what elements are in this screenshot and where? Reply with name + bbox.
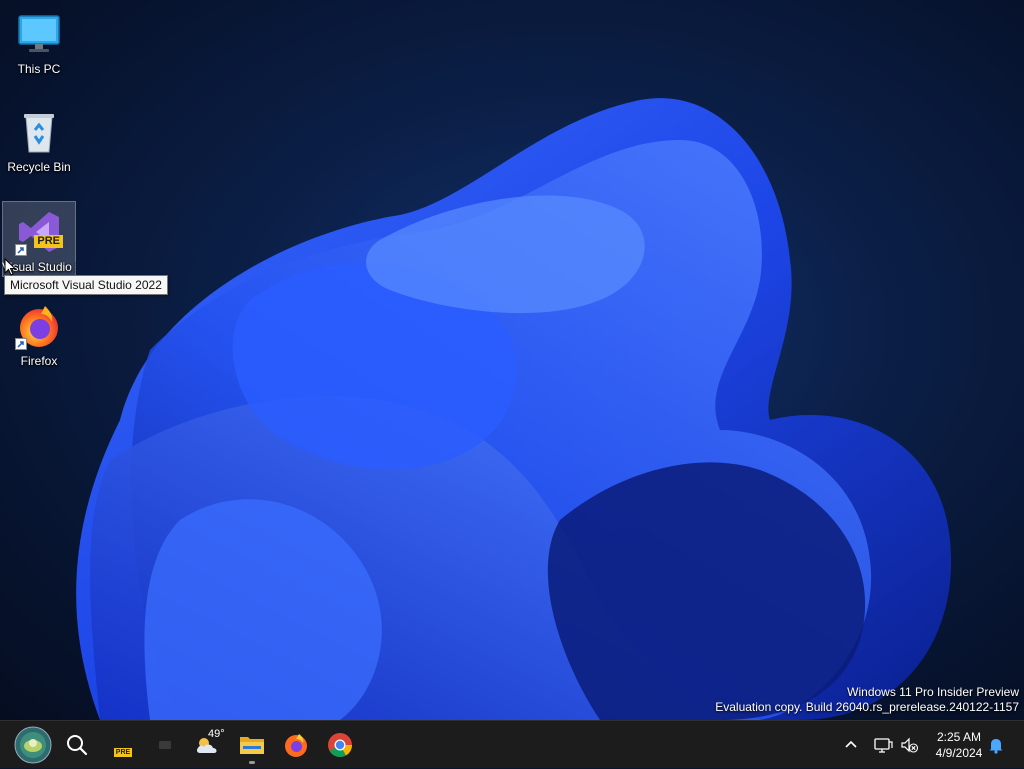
desktop-icon-this-pc[interactable]: This PC (2, 4, 76, 90)
tooltip: Microsoft Visual Studio 2022 (4, 275, 168, 295)
build-watermark: Windows 11 Pro Insider Preview Evaluatio… (715, 685, 1019, 715)
taskbar-firefox[interactable] (276, 725, 316, 765)
notification-bell-icon (989, 739, 1003, 754)
volume-muted-icon (901, 737, 919, 753)
taskbar: PRE 49° 2:25 AM 4/9/2024 (0, 720, 1024, 768)
desktop-icon-label: This PC (17, 62, 61, 76)
weather-temperature: 49° (208, 728, 225, 740)
clock-time: 2:25 AM (936, 730, 982, 744)
firefox-icon (285, 734, 307, 757)
desktop[interactable]: This PC Recycle Bin PRE Visual Studio 20… (0, 0, 1024, 720)
visual-studio-preview-icon: PRE (113, 747, 133, 757)
taskbar-file-explorer[interactable] (232, 725, 272, 765)
firefox-icon (15, 302, 63, 350)
chrome-icon (328, 733, 352, 758)
search-icon (67, 735, 88, 756)
monitor-icon (15, 10, 63, 58)
system-clock[interactable]: 2:25 AM 4/9/2024 (928, 729, 990, 761)
network-status-button[interactable] (872, 721, 894, 769)
task-view-icon (159, 741, 171, 749)
shortcut-arrow-icon (15, 338, 27, 350)
search-button[interactable] (57, 725, 97, 765)
folder-icon (240, 737, 264, 754)
chevron-up-icon (845, 740, 857, 748)
notifications-button[interactable] (986, 721, 1006, 769)
watermark-line-2: Evaluation copy. Build 26040.rs_prerelea… (715, 700, 1019, 714)
taskbar-visual-studio-preview[interactable]: PRE (103, 725, 143, 765)
wallpaper-bloom (76, 98, 952, 720)
desktop-icon-label: Recycle Bin (7, 160, 71, 174)
start-icon (14, 726, 52, 764)
watermark-line-1: Windows 11 Pro Insider Preview (847, 685, 1019, 699)
shortcut-arrow-icon (15, 244, 27, 256)
desktop-icon-recycle-bin[interactable]: Recycle Bin (2, 102, 76, 188)
desktop-icon-firefox[interactable]: Firefox (2, 296, 76, 382)
mouse-cursor-icon (4, 258, 16, 276)
recycle-bin-icon (15, 108, 63, 156)
taskbar-chrome[interactable] (320, 725, 360, 765)
pre-badge: PRE (34, 235, 63, 248)
volume-button[interactable] (898, 721, 920, 769)
network-icon (874, 738, 893, 753)
visual-studio-preview-icon: PRE (15, 208, 63, 256)
tray-overflow-button[interactable] (840, 721, 862, 769)
task-view-button[interactable] (145, 725, 185, 765)
clock-date: 4/9/2024 (935, 746, 983, 760)
desktop-icon-label: Firefox (20, 354, 58, 368)
start-button[interactable] (13, 725, 53, 765)
